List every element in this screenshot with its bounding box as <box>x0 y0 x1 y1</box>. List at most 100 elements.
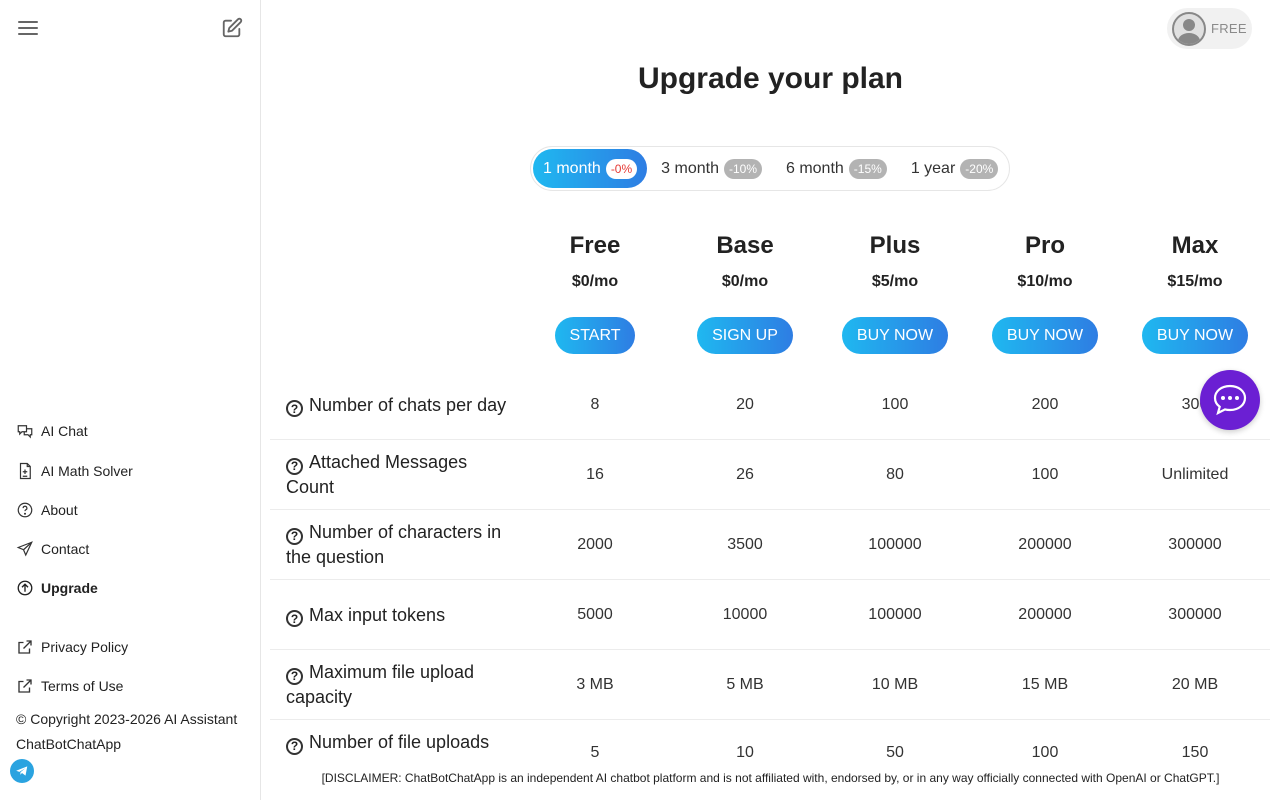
period-label: 1 month <box>543 159 601 177</box>
sidebar-item-label: AI Chat <box>41 423 88 439</box>
sidebar-link-terms-of-use[interactable]: Terms of Use <box>16 677 123 695</box>
plan-price-pro: $10/mo <box>1017 273 1073 290</box>
question-circle-icon[interactable]: ? <box>286 400 303 417</box>
sidebar-item-label: Contact <box>41 541 90 557</box>
plan-price-free: $0/mo <box>571 273 619 290</box>
sidebar-item-about[interactable]: About <box>16 501 78 519</box>
table-cell: 20 MB <box>1171 676 1219 693</box>
question-circle-icon[interactable]: ? <box>286 610 303 627</box>
period-tab-6-month[interactable]: 6 month -15% <box>776 149 897 188</box>
question-circle-icon <box>17 502 33 518</box>
plan-price-base: $0/mo <box>721 273 769 290</box>
feature-text: Attached Messages Count <box>286 452 468 497</box>
period-tab-1-year[interactable]: 1 year -20% <box>901 149 1008 188</box>
buy-now-max-button[interactable]: BUY NOW <box>1142 317 1248 354</box>
avatar <box>1172 11 1206 46</box>
new-chat-icon[interactable] <box>221 17 243 39</box>
period-label: 6 month <box>785 159 844 177</box>
table-cell: 100000 <box>868 536 922 553</box>
table-cell: 16 <box>586 466 604 483</box>
period-label: 3 month <box>661 159 719 177</box>
table-row: ? Attached Messages Count 16 26 80 100 Un… <box>270 440 1270 510</box>
sign-up-button[interactable]: SIGN UP <box>697 317 793 354</box>
period-tab-1-month[interactable]: 1 month -0% <box>533 149 648 188</box>
table-cell: 100000 <box>868 606 922 623</box>
feature-text: Number of chats per day <box>309 394 507 415</box>
table-cell: 20 <box>736 396 754 413</box>
buy-now-plus-button[interactable]: BUY NOW <box>842 317 948 354</box>
plan-name-base: Base <box>716 232 774 259</box>
period-label: 1 year <box>910 159 956 177</box>
sidebar-item-label: Upgrade <box>41 580 98 596</box>
telegram-icon[interactable] <box>10 759 34 783</box>
discount-badge: -10% <box>723 158 762 179</box>
table-cell: 200 <box>1031 396 1059 413</box>
sidebar-link-privacy-policy[interactable]: Privacy Policy <box>16 638 128 656</box>
table-cell: 8 <box>590 396 600 413</box>
table-cell: 100 <box>1031 466 1059 483</box>
sidebar-item-ai-chat[interactable]: AI Chat <box>16 422 88 440</box>
plan-comparison-table: ? Number of chats per day 8 20 100 200 30… <box>270 370 1270 790</box>
question-circle-icon[interactable]: ? <box>286 457 303 475</box>
table-cell: 300000 <box>1168 536 1222 553</box>
disclaimer-text: [DISCLAIMER: ChatBotChatApp is an indepe… <box>261 771 1280 800</box>
billing-period-selector: 1 month -0% 3 month -10% 6 month -15% 1 … <box>530 146 1010 191</box>
sidebar-item-label: AI Math Solver <box>41 463 133 479</box>
feature-text: Number of file uploads <box>309 732 490 752</box>
start-button[interactable]: START <box>555 317 635 354</box>
discount-badge: -0% <box>605 158 638 179</box>
feature-text: Max input tokens <box>309 604 446 625</box>
math-file-icon <box>19 462 31 480</box>
plan-name-max: Max <box>1171 232 1219 259</box>
chat-bubbles-icon <box>17 425 33 439</box>
sidebar-item-contact[interactable]: Contact <box>16 540 89 558</box>
table-cell: 15 MB <box>1021 676 1069 693</box>
sidebar-item-label: Privacy Policy <box>41 639 129 655</box>
chat-dots-icon <box>1213 384 1247 416</box>
feature-label: ? Maximum file upload capacity <box>286 650 516 720</box>
table-row: ? Number of characters in the question 20… <box>270 510 1270 580</box>
account-badge[interactable]: FREE <box>1167 8 1252 49</box>
discount-badge: -20% <box>960 158 999 179</box>
table-cell: 10 MB <box>871 676 919 693</box>
question-circle-icon[interactable]: ? <box>286 737 303 755</box>
paper-plane-icon <box>16 541 33 557</box>
feature-label: ? Attached Messages Count <box>286 440 516 510</box>
sidebar-item-upgrade[interactable]: Upgrade <box>16 579 98 597</box>
table-row: ? Number of chats per day 8 20 100 200 30… <box>270 370 1270 440</box>
table-cell: 100 <box>881 396 909 413</box>
sidebar-item-ai-math-solver[interactable]: AI Math Solver <box>16 462 133 480</box>
table-cell: 10000 <box>722 606 768 623</box>
plan-name-free: Free <box>569 232 621 259</box>
feature-label: ? Max input tokens <box>286 580 516 650</box>
sidebar: AI Chat AI Math Solver About Contact Upg… <box>0 0 261 800</box>
table-cell: Unlimited <box>1161 466 1229 483</box>
feature-label: ? Number of chats per day <box>286 370 516 440</box>
hamburger-menu-icon[interactable] <box>18 18 38 38</box>
external-link-icon <box>18 640 32 654</box>
buy-now-pro-button[interactable]: BUY NOW <box>992 317 1098 354</box>
external-link-icon <box>18 679 32 693</box>
question-circle-icon[interactable]: ? <box>286 667 303 685</box>
table-cell: 3 MB <box>576 676 614 693</box>
feature-text: Number of characters in the question <box>286 522 502 567</box>
table-cell: 200000 <box>1018 536 1072 553</box>
chat-support-button[interactable] <box>1200 370 1260 430</box>
sidebar-item-label: Terms of Use <box>41 678 124 694</box>
feature-label: ? Number of characters in the question <box>286 510 516 580</box>
table-cell: 300000 <box>1168 606 1222 623</box>
upgrade-arrow-icon <box>17 580 33 596</box>
table-cell: 26 <box>736 466 754 483</box>
table-row: ? Maximum file upload capacity 3 MB 5 MB … <box>270 650 1270 720</box>
plan-price-max: $15/mo <box>1167 273 1223 290</box>
table-cell: 5 MB <box>726 676 764 693</box>
table-cell: 80 <box>886 466 904 483</box>
table-cell: 3500 <box>727 536 763 553</box>
sidebar-item-label: About <box>41 502 78 518</box>
plan-name-pro: Pro <box>1024 232 1065 259</box>
period-tab-3-month[interactable]: 3 month -10% <box>651 149 772 188</box>
plan-price-plus: $5/mo <box>871 273 919 290</box>
discount-badge: -15% <box>848 158 887 179</box>
current-plan-label: FREE <box>1211 21 1247 36</box>
question-circle-icon[interactable]: ? <box>286 527 303 545</box>
